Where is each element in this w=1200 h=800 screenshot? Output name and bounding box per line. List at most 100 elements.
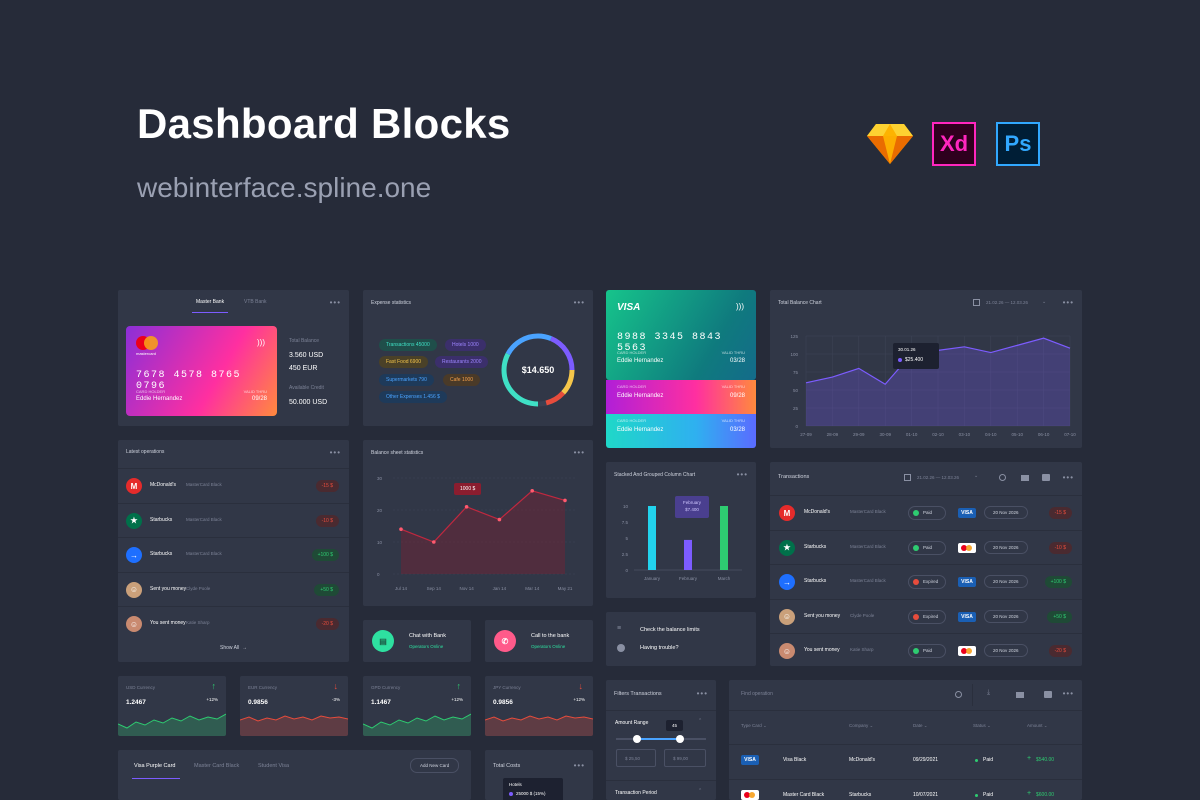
print-icon[interactable] xyxy=(1044,691,1052,698)
column-header: Status ⌄ xyxy=(973,723,991,728)
min-amount-input[interactable]: $ 25,50 xyxy=(616,749,656,767)
status-text: Expired xyxy=(923,613,939,619)
chevron-up-icon[interactable]: ⌃ xyxy=(698,718,702,724)
x-tick-label: 03-10 xyxy=(959,432,971,437)
expense-tag[interactable]: Restaurants 2000 xyxy=(435,356,489,368)
tab-vtb-bank[interactable]: VTB Bank xyxy=(244,299,267,305)
show-all-link[interactable]: Show All → xyxy=(118,645,349,651)
panel-title: Filters Transactions xyxy=(614,691,662,697)
table-row: ☺ Sent you money Clyde Poole Expired VISA 20 … xyxy=(770,598,1082,633)
date-chip: 20 Nov 2026 xyxy=(984,575,1028,588)
expense-tag[interactable]: Transactions 45000 xyxy=(379,339,437,351)
calendar-icon[interactable] xyxy=(904,474,911,481)
mastercard-card[interactable]: mastercard ))) 7678 4578 8765 0796 CARD … xyxy=(126,326,277,416)
expense-tag[interactable]: Fast Food 6900 xyxy=(379,356,429,368)
x-tick-label: 06-10 xyxy=(1038,432,1050,437)
data-point xyxy=(464,505,469,509)
column-label: Amount xyxy=(1027,723,1043,728)
latest-operations-panel: Latest operations ••• M McDonald's MasterC… xyxy=(118,440,349,662)
currency-card: JPY Currency 0.9856 ↓ +12% xyxy=(485,676,593,736)
card-tabs-panel: Visa Purple Card Master Card Black Stude… xyxy=(118,750,471,800)
y-tick-label: 0 xyxy=(377,572,380,577)
chat-with-bank-card[interactable]: ▤ Chat with Bank Operators Online xyxy=(363,620,471,662)
more-menu-icon[interactable]: ••• xyxy=(1063,473,1074,482)
more-menu-icon[interactable]: ••• xyxy=(574,761,585,770)
transaction-name: You sent money xyxy=(804,647,840,653)
status-chip: Paid xyxy=(908,644,946,658)
table-row: VISA Visa Black McDonald's 09/29/2021 Paid + $… xyxy=(729,744,1082,778)
amount-slider[interactable] xyxy=(616,735,706,743)
mail-icon[interactable] xyxy=(1021,475,1029,481)
more-menu-icon[interactable]: ••• xyxy=(1063,689,1074,698)
status-dot xyxy=(913,544,919,551)
more-menu-icon[interactable]: ••• xyxy=(697,689,708,698)
chevron-up-icon[interactable]: ⌃ xyxy=(698,788,702,794)
tab-master-black[interactable]: Master Card Black xyxy=(194,763,239,769)
chevron-down-icon[interactable]: ⌄ xyxy=(974,473,978,479)
stacked-column-panel: Stacked And Grouped Column Chart ••• 10 7… xyxy=(606,462,756,598)
list-item: M McDonald's MasterCard Black -15 $ xyxy=(118,468,349,502)
operation-card: MasterCard Black xyxy=(186,516,222,522)
x-tick-label: 07-10 xyxy=(1064,432,1076,437)
cyan-card[interactable]: CARD HOLDER VALID THRU Eddie Hernandez 0… xyxy=(606,414,756,448)
expense-tag[interactable]: Supermarkets 790 xyxy=(379,374,434,386)
status-chip: Expired xyxy=(908,575,946,589)
operation-name: McDonald's xyxy=(150,482,176,488)
max-amount-input[interactable]: $ 99,00 xyxy=(664,749,706,767)
tab-student-visa[interactable]: Student Visa xyxy=(258,763,289,769)
column-label: Type Card xyxy=(741,723,762,728)
expense-total: $14.650 xyxy=(521,365,555,375)
card-brand: mastercard xyxy=(136,351,157,356)
add-new-card-button[interactable]: Add New Card xyxy=(410,758,460,773)
y-tick-label: 10 xyxy=(377,540,383,545)
more-menu-icon[interactable]: ••• xyxy=(574,298,585,307)
pink-card[interactable]: CARD HOLDER VALID THRU Eddie Hernandez 0… xyxy=(606,380,756,414)
column-label: Date xyxy=(913,723,923,728)
tab-visa-purple[interactable]: Visa Purple Card xyxy=(134,763,175,769)
x-tick-label: 05-10 xyxy=(1011,432,1023,437)
currency-value: 1.2467 xyxy=(126,699,146,706)
panel-title: Latest operations xyxy=(126,449,165,455)
page-title: Dashboard Blocks xyxy=(137,100,511,147)
mail-icon[interactable] xyxy=(1016,692,1024,698)
y-tick-label: 25 xyxy=(793,406,799,411)
tab-master-bank[interactable]: Master Bank xyxy=(196,299,224,305)
expense-tag[interactable]: Hotels 1000 xyxy=(445,339,486,351)
download-icon[interactable]: ⤓ xyxy=(987,689,990,697)
balance-limits-link[interactable]: Check the balance limits xyxy=(640,627,700,633)
card-valid: 03/28 xyxy=(729,427,745,433)
currency-change: +12% xyxy=(573,697,585,702)
total-costs-panel: Total Costs ••• Hotels 25000 $ (15%) xyxy=(485,750,593,800)
area-fill xyxy=(401,490,565,574)
date-range[interactable]: 21.02.26 — 12.03.26 xyxy=(917,475,959,480)
expense-tag[interactable]: Cafe 1000 xyxy=(443,374,481,386)
transaction-card: MasterCard Black xyxy=(850,578,886,583)
visa-card[interactable]: VISA ))) 8988 3345 8843 5563 CARD HOLDER… xyxy=(606,290,756,380)
currency-value: 0.9856 xyxy=(493,699,513,706)
having-trouble-link[interactable]: Having trouble? xyxy=(640,645,679,651)
data-point xyxy=(399,527,403,531)
x-tick-label: Sep 14 xyxy=(427,586,442,591)
plus-icon: + xyxy=(1027,755,1032,762)
status: Paid xyxy=(983,792,994,798)
call-to-bank-card[interactable]: ✆ Call to the bank Operators Online xyxy=(485,620,593,662)
expense-tag[interactable]: Other Expenses 1.456 $ xyxy=(379,391,447,403)
sparkline-chart xyxy=(240,715,348,736)
more-menu-icon[interactable]: ••• xyxy=(330,298,341,307)
operation-name: Starbucks xyxy=(150,516,173,523)
filters-panel: Filters Transactions ••• Amount Range ⌃ … xyxy=(606,680,716,800)
card-type: Master Card Black xyxy=(783,792,825,798)
currency-card: EUR Currency 0.9856 ↓ -3% xyxy=(240,676,348,736)
more-menu-icon[interactable]: ••• xyxy=(330,448,341,457)
search-input[interactable]: Find operation xyxy=(741,691,773,697)
arrow-down-icon: ↓ xyxy=(578,681,584,691)
bar xyxy=(720,506,728,570)
currency-change: +12% xyxy=(206,697,218,702)
card-valid: 09/28 xyxy=(729,393,745,399)
print-icon[interactable] xyxy=(1042,474,1050,481)
search-icon[interactable] xyxy=(999,474,1006,481)
stacked-column-chart: 10 7.5 5 2.5 0 January February March xyxy=(622,504,742,581)
search-icon[interactable] xyxy=(955,691,962,698)
plus-icon: + xyxy=(1027,790,1032,797)
x-tick-label: March xyxy=(718,576,731,581)
